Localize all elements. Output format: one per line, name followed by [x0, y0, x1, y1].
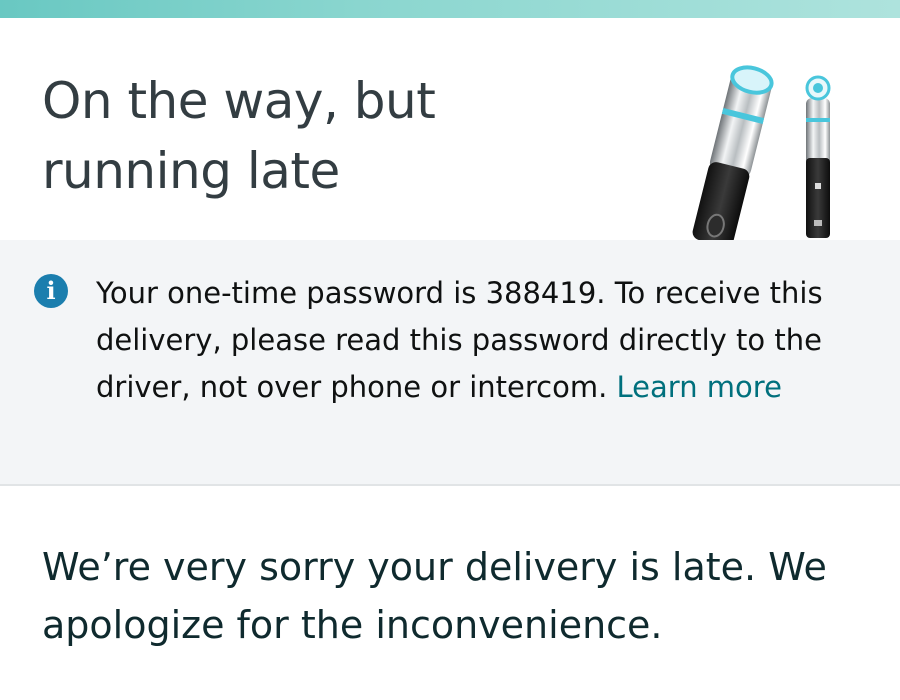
otp-notice-box: i Your one-time password is 388419. To r…	[0, 240, 900, 486]
info-icon: i	[34, 274, 68, 308]
late-delivery-apology: We’re very sorry your delivery is late. …	[42, 545, 827, 647]
otp-notice-text: Your one-time password is 388419. To rec…	[96, 270, 856, 411]
product-image[interactable]	[680, 48, 860, 248]
status-title-line-2: running late	[42, 142, 340, 200]
status-title-line-1: On the way, but	[42, 72, 436, 130]
delivery-progress-strip	[0, 0, 900, 18]
learn-more-link[interactable]: Learn more	[617, 370, 782, 404]
delivery-status-title: On the way, but running late	[42, 66, 642, 206]
delivery-status-header: On the way, but running late	[0, 18, 900, 247]
